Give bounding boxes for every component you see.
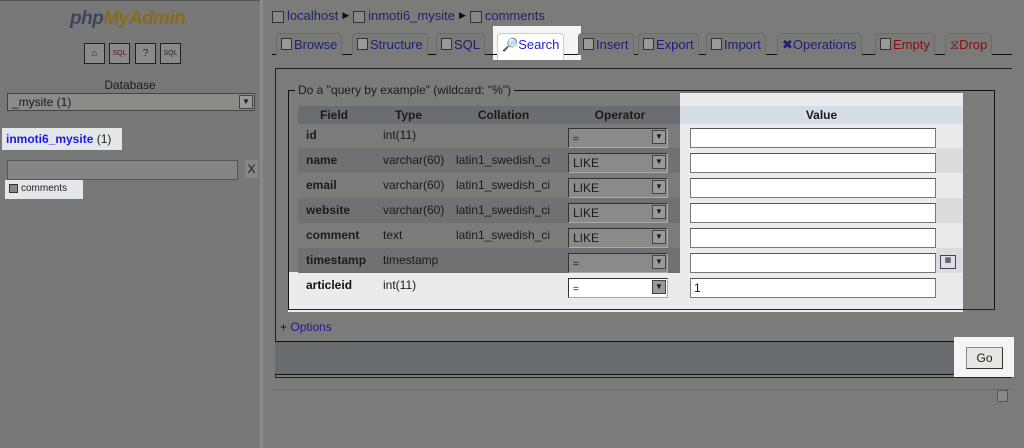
fieldset-legend: Do a "query by example" (wildcard: "%"): [295, 83, 515, 97]
field-name: name: [306, 153, 338, 167]
insert-icon: [583, 38, 594, 50]
row-bg: [936, 148, 963, 173]
field-name: email: [306, 178, 337, 192]
field-type: int(11): [383, 278, 417, 292]
field-collation: latin1_swedish_ci: [456, 153, 551, 167]
breadcrumb-server[interactable]: localhost: [272, 8, 338, 23]
panel-divider[interactable]: [260, 0, 263, 448]
wrench-icon: ✖: [782, 37, 793, 52]
table-link-comments[interactable]: comments: [5, 180, 83, 199]
calendar-icon[interactable]: ▦: [940, 255, 956, 269]
field-type: text: [383, 228, 403, 242]
database-icon: [353, 10, 366, 23]
trash-icon: [880, 38, 891, 50]
go-button[interactable]: Go: [966, 347, 1003, 369]
table-filter-input[interactable]: [7, 160, 238, 180]
chevron-down-icon: ▼: [652, 205, 666, 219]
tab-structure[interactable]: Structure: [352, 33, 428, 55]
database-label: Database: [104, 78, 156, 92]
options-toggle[interactable]: + Options: [280, 320, 332, 334]
value-input[interactable]: [690, 203, 936, 223]
tab-insert[interactable]: Insert: [578, 33, 634, 55]
chevron-down-icon: ▼: [652, 230, 666, 244]
operator-select[interactable]: = ▼: [568, 278, 668, 298]
tab-sql[interactable]: SQL: [436, 33, 486, 55]
field-type: varchar(60): [383, 178, 445, 192]
value-input[interactable]: [690, 153, 936, 173]
operator-select[interactable]: = ▼: [568, 253, 668, 273]
sql-icon: [441, 38, 452, 50]
chevron-down-icon: ▼: [652, 130, 666, 144]
table-icon: [9, 183, 18, 193]
database-select[interactable]: _mysite (1) ▼: [7, 93, 255, 111]
tab-empty[interactable]: Empty: [875, 33, 935, 55]
magnifier-icon: 🔎: [502, 37, 519, 52]
header-operator: Operator: [594, 108, 646, 122]
field-collation: latin1_swedish_ci: [456, 203, 551, 217]
navigation-panel: [0, 0, 260, 448]
help-icon[interactable]: ?: [135, 43, 156, 64]
operator-select[interactable]: LIKE ▼: [568, 228, 668, 248]
field-type: timestamp: [383, 253, 439, 267]
structure-icon: [357, 38, 368, 50]
phpmyadmin-logo[interactable]: phpMyAdmin: [70, 8, 186, 30]
field-type: int(11): [383, 128, 417, 142]
chevron-right-icon: ▶: [458, 10, 466, 20]
tab-export[interactable]: Export: [638, 33, 699, 55]
export-icon: [643, 38, 654, 50]
header-value: Value: [805, 108, 838, 122]
value-input[interactable]: [690, 228, 936, 248]
operator-select[interactable]: = ▼: [568, 128, 668, 148]
tab-browse[interactable]: Browse: [276, 33, 343, 55]
import-icon: [711, 38, 722, 50]
operator-select[interactable]: LIKE ▼: [568, 178, 668, 198]
field-type: varchar(60): [383, 153, 445, 167]
field-name: comment: [306, 228, 360, 242]
header-field: Field: [319, 108, 348, 122]
tab-search[interactable]: 🔎Search: [497, 33, 565, 60]
value-input[interactable]: [690, 253, 936, 273]
chevron-right-icon: ▶: [342, 10, 350, 20]
docs-icon[interactable]: SQL: [160, 43, 181, 64]
field-name: website: [306, 203, 351, 217]
chevron-down-icon: ▼: [652, 255, 666, 269]
field-type: varchar(60): [383, 203, 445, 217]
value-input[interactable]: [690, 128, 936, 148]
server-icon: [272, 10, 284, 23]
divider: [272, 389, 1012, 390]
chevron-down-icon: ▼: [652, 155, 666, 169]
operator-select[interactable]: LIKE ▼: [568, 153, 668, 173]
breadcrumb: localhost ▶ inmoti6_mysite ▶ comments: [272, 8, 545, 23]
header-collation: Collation: [477, 108, 530, 122]
database-link[interactable]: inmoti6_mysite (1): [2, 128, 122, 150]
chevron-down-icon: ▼: [239, 95, 253, 109]
field-name: articleid: [306, 278, 353, 292]
tab-import[interactable]: Import: [706, 33, 766, 55]
chevron-down-icon: ▼: [652, 280, 666, 294]
tab-drop[interactable]: ⧖Drop: [945, 33, 993, 55]
clear-filter-button[interactable]: X: [245, 160, 258, 178]
browse-icon: [281, 38, 292, 50]
sql-query-icon[interactable]: SQL: [109, 43, 130, 64]
header-type: Type: [394, 108, 423, 122]
value-input[interactable]: 1: [690, 278, 936, 298]
field-collation: latin1_swedish_ci: [456, 228, 551, 242]
field-name: timestamp: [306, 253, 367, 267]
drop-icon: ⧖: [950, 37, 960, 52]
breadcrumb-database[interactable]: inmoti6_mysite: [353, 8, 455, 23]
tab-operations[interactable]: ✖Operations: [777, 33, 862, 55]
form-footer: [275, 341, 1010, 375]
row-bg: [936, 198, 963, 223]
operator-select[interactable]: LIKE ▼: [568, 203, 668, 223]
field-name: id: [306, 128, 317, 142]
home-icon[interactable]: ⌂: [84, 43, 105, 64]
print-icon[interactable]: [997, 390, 1008, 402]
table-icon: [469, 10, 482, 23]
field-collation: latin1_swedish_ci: [456, 178, 551, 192]
value-input[interactable]: [690, 178, 936, 198]
breadcrumb-table[interactable]: comments: [469, 8, 545, 23]
chevron-down-icon: ▼: [652, 180, 666, 194]
